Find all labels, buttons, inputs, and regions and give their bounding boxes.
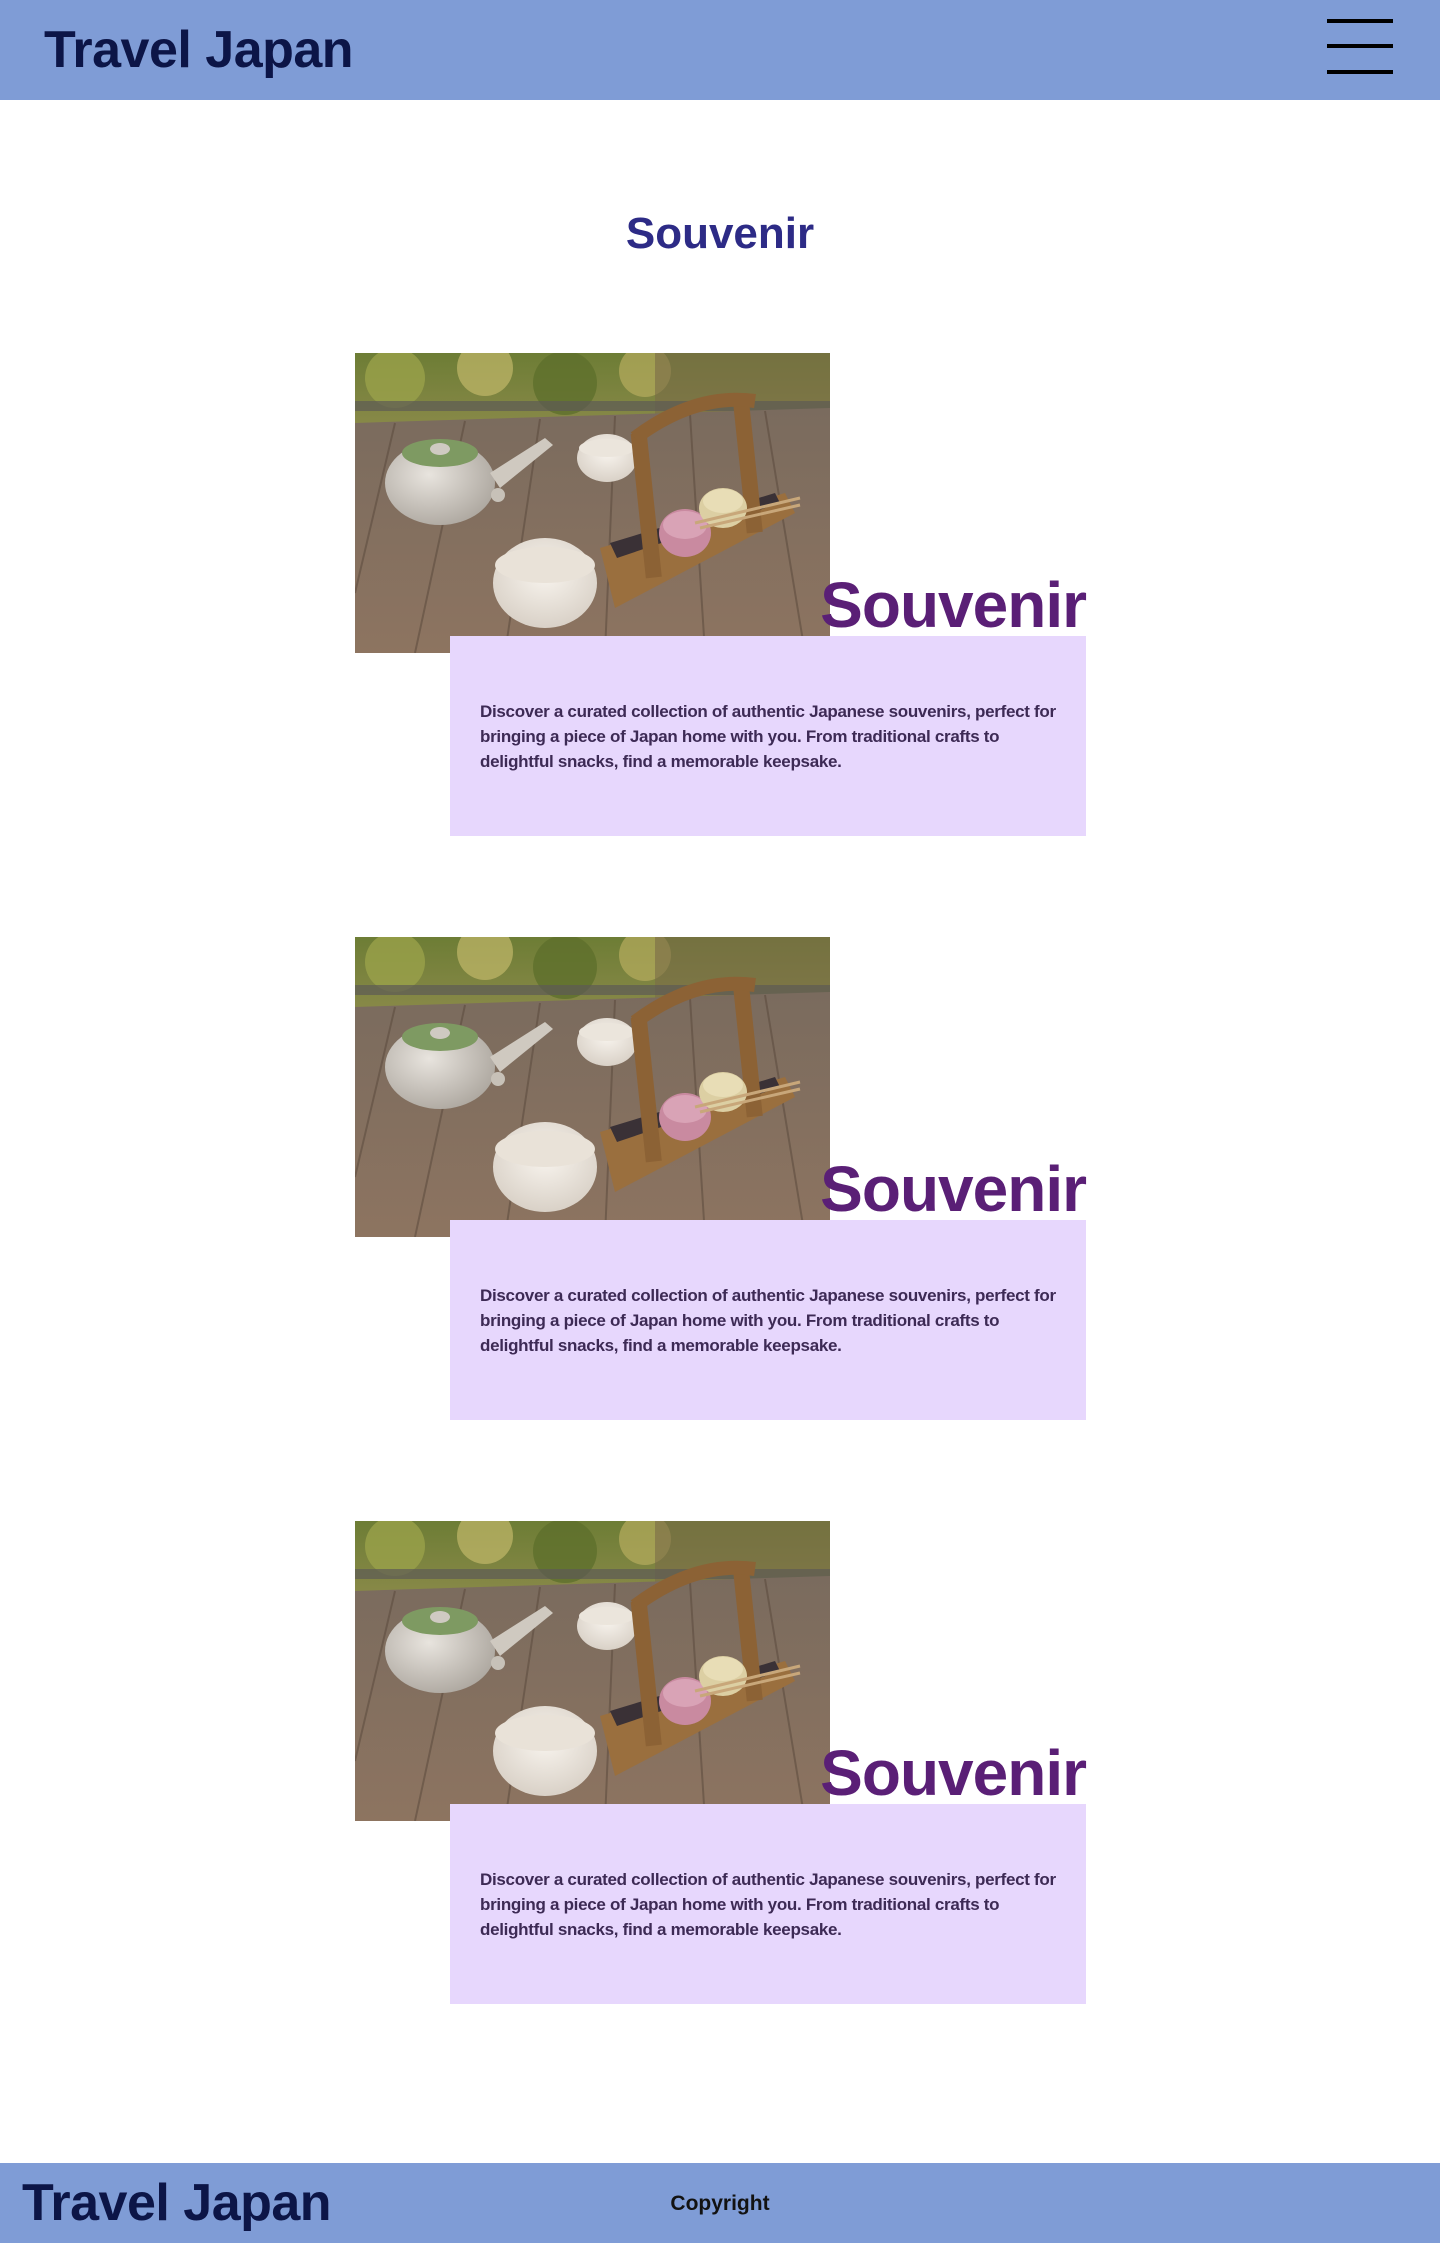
site-header: Travel Japan — [0, 0, 1440, 100]
souvenir-card: Discover a curated collection of authent… — [355, 937, 1087, 1420]
page-title: Souvenir — [625, 209, 815, 258]
card-description: Discover a curated collection of authent… — [480, 702, 1056, 771]
card-description: Discover a curated collection of authent… — [480, 1286, 1056, 1355]
card-title: Souvenir — [820, 1737, 1087, 1809]
card-title: Souvenir — [820, 569, 1087, 641]
card-description-box: Discover a curated collection of authent… — [450, 1804, 1086, 2004]
menu-line — [1327, 44, 1393, 48]
card-description-box: Discover a curated collection of authent… — [450, 1220, 1086, 1420]
souvenir-card: Discover a curated collection of authent… — [355, 1521, 1087, 2004]
menu-line — [1327, 19, 1393, 23]
hamburger-menu-icon[interactable] — [1327, 16, 1393, 76]
tea-set-photo — [355, 1521, 830, 1821]
card-description-box: Discover a curated collection of authent… — [450, 636, 1086, 836]
tea-set-photo — [355, 937, 830, 1237]
tea-set-photo — [355, 353, 830, 653]
card-description: Discover a curated collection of authent… — [480, 1870, 1056, 1939]
copyright-text: Copyright — [670, 2192, 770, 2215]
page: Travel Japan Souvenir Discover a curated… — [0, 0, 1440, 2243]
souvenir-card: Discover a curated collection of authent… — [355, 353, 1087, 836]
site-footer: Travel Japan Copyright — [0, 2163, 1440, 2243]
card-title: Souvenir — [820, 1153, 1087, 1225]
site-brand[interactable]: Travel Japan — [44, 16, 354, 84]
menu-line — [1327, 70, 1393, 74]
